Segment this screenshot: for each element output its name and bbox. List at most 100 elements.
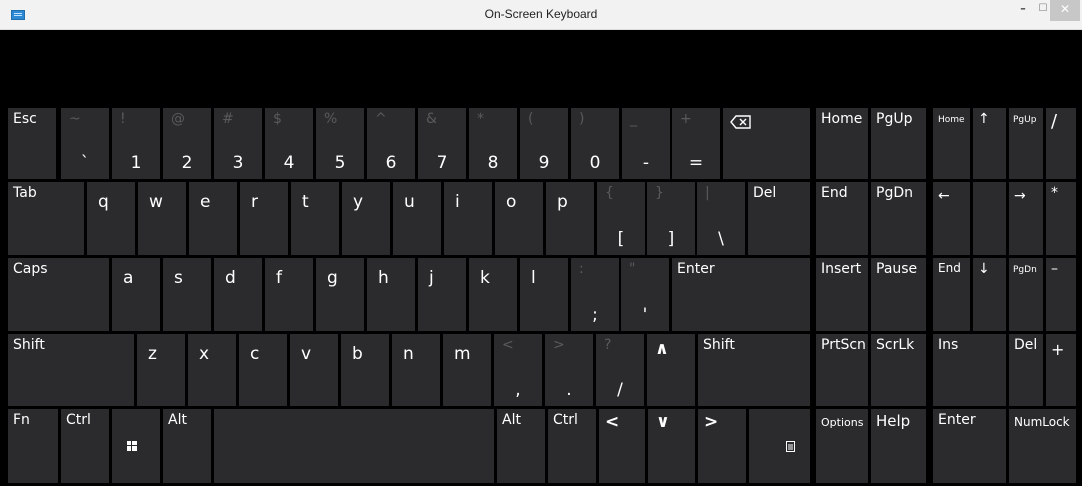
key-numlock[interactable]: NumLock	[1009, 409, 1076, 483]
key-c[interactable]: c	[239, 334, 287, 406]
key-m[interactable]: m	[443, 334, 491, 406]
numpad-pgdn[interactable]: PgDn	[1009, 258, 1043, 331]
key-0[interactable]: ) 0	[571, 108, 619, 179]
key-shift-left[interactable]: Shift	[8, 334, 134, 406]
key-shift-right[interactable]: Shift	[698, 334, 810, 406]
key-9[interactable]: (9	[520, 108, 568, 179]
numpad-minus[interactable]: –	[1046, 258, 1076, 331]
numpad-del[interactable]: Del	[1009, 334, 1043, 406]
key-minus[interactable]: _ -	[622, 108, 670, 179]
key-v[interactable]: v	[290, 334, 338, 406]
key-2[interactable]: @2	[163, 108, 211, 179]
numpad-left[interactable]: ←	[933, 182, 970, 255]
key-scrlk[interactable]: ScrLk	[871, 334, 926, 406]
numpad-up[interactable]: ↑	[973, 108, 1006, 179]
key-o[interactable]: o	[495, 182, 543, 255]
key-backslash[interactable]: | \	[697, 182, 745, 255]
key-w[interactable]: w	[138, 182, 186, 255]
key-windows[interactable]	[112, 409, 160, 483]
key-backtick[interactable]: ~ `	[61, 108, 109, 179]
key-5[interactable]: % 5	[316, 108, 364, 179]
key-f[interactable]: f	[265, 258, 313, 331]
key-alt-right[interactable]: Alt	[497, 409, 545, 483]
key-k[interactable]: k	[469, 258, 517, 331]
key-open-bracket[interactable]: {[	[597, 182, 645, 255]
key-letter: a	[123, 268, 134, 288]
key-e[interactable]: e	[189, 182, 237, 255]
numpad-enter[interactable]: Enter	[933, 409, 1006, 483]
key-x[interactable]: x	[188, 334, 236, 406]
key-close-bracket[interactable]: }]	[647, 182, 695, 255]
key-period[interactable]: >.	[545, 334, 593, 406]
key-fn[interactable]: Fn	[8, 409, 58, 483]
key-r[interactable]: r	[240, 182, 288, 255]
key-n[interactable]: n	[392, 334, 440, 406]
key-del[interactable]: Del	[748, 182, 810, 255]
key-letter: l	[531, 268, 536, 288]
key-semicolon[interactable]: :;	[571, 258, 619, 331]
key-comma[interactable]: <,	[494, 334, 542, 406]
key-d[interactable]: d	[214, 258, 262, 331]
numpad-home[interactable]: Home	[933, 108, 970, 179]
key-j[interactable]: j	[418, 258, 466, 331]
key-quote[interactable]: " '	[621, 258, 669, 331]
key-home[interactable]: Home	[816, 108, 868, 179]
numpad-slash[interactable]: /	[1046, 108, 1076, 179]
key-alt-left[interactable]: Alt	[163, 409, 211, 483]
key-insert[interactable]: Insert	[816, 258, 868, 331]
key-q[interactable]: q	[87, 182, 135, 255]
numpad-end[interactable]: End	[933, 258, 970, 331]
key-6[interactable]: ^ 6	[367, 108, 415, 179]
numpad-star[interactable]: *	[1046, 182, 1076, 255]
key-t[interactable]: t	[291, 182, 339, 255]
key-backspace[interactable]	[723, 108, 810, 179]
key-enter[interactable]: Enter	[672, 258, 810, 331]
key-h[interactable]: h	[367, 258, 415, 331]
numpad-down[interactable]: ↓	[973, 258, 1006, 331]
key-letter: r	[251, 192, 258, 212]
key-4[interactable]: $4	[265, 108, 313, 179]
key-slash[interactable]: ? /	[596, 334, 644, 406]
key-pgdn[interactable]: PgDn	[871, 182, 926, 255]
key-l[interactable]: l	[520, 258, 568, 331]
key-ctrl-left[interactable]: Ctrl	[61, 409, 109, 483]
key-arrow-left[interactable]: <	[599, 409, 645, 483]
key-shift-char: {	[605, 185, 614, 201]
key-arrow-up[interactable]: ∧	[647, 334, 695, 406]
key-u[interactable]: u	[393, 182, 441, 255]
key-end[interactable]: End	[816, 182, 868, 255]
key-space[interactable]	[214, 409, 494, 483]
help-button[interactable]: Help	[871, 409, 926, 483]
key-arrow-right[interactable]: >	[698, 409, 746, 483]
key-menu[interactable]	[749, 409, 810, 483]
key-z[interactable]: z	[137, 334, 185, 406]
key-a[interactable]: a	[112, 258, 160, 331]
key-8[interactable]: * 8	[469, 108, 517, 179]
key-pgup[interactable]: PgUp	[871, 108, 926, 179]
key-equals[interactable]: + =	[672, 108, 720, 179]
key-arrow-down[interactable]: ∨	[648, 409, 695, 483]
key-3[interactable]: #3	[214, 108, 262, 179]
key-7[interactable]: & 7	[418, 108, 466, 179]
numpad-ins[interactable]: Ins	[933, 334, 1006, 406]
key-s[interactable]: s	[163, 258, 211, 331]
numpad-plus[interactable]: +	[1046, 334, 1076, 406]
key-pause[interactable]: Pause	[871, 258, 926, 331]
numpad-pgup[interactable]: PgUp	[1009, 108, 1043, 179]
key-y[interactable]: y	[342, 182, 390, 255]
key-g[interactable]: g	[316, 258, 364, 331]
key-prtscn[interactable]: PrtScn	[816, 334, 868, 406]
key-esc[interactable]: Esc	[8, 108, 56, 179]
key-letter: f	[276, 268, 282, 288]
numpad-5[interactable]	[973, 182, 1006, 255]
key-1[interactable]: ! 1	[112, 108, 160, 179]
numpad-right[interactable]: →	[1009, 182, 1043, 255]
key-primary-char: 5	[334, 153, 346, 173]
options-button[interactable]: Options	[816, 409, 868, 483]
key-b[interactable]: b	[341, 334, 389, 406]
key-tab[interactable]: Tab	[8, 182, 84, 255]
key-p[interactable]: p	[546, 182, 594, 255]
key-caps[interactable]: Caps	[8, 258, 109, 331]
key-ctrl-right[interactable]: Ctrl	[548, 409, 596, 483]
key-i[interactable]: i	[444, 182, 492, 255]
